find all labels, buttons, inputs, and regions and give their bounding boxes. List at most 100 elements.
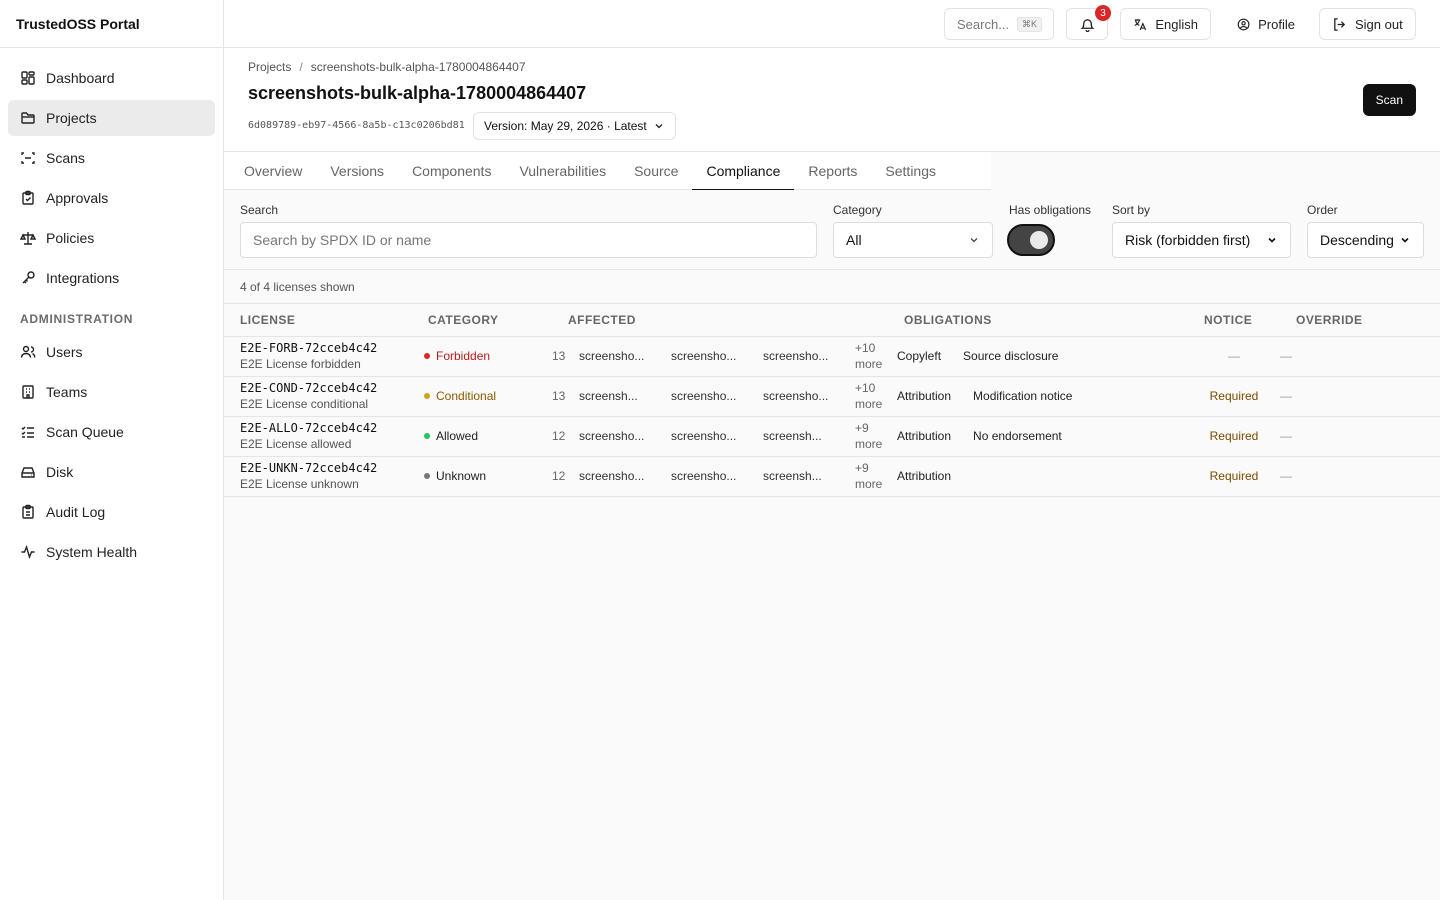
- sort-by-select[interactable]: Risk (forbidden first): [1112, 222, 1291, 258]
- tab-compliance[interactable]: Compliance: [692, 152, 795, 191]
- affected-component-link[interactable]: screensh...: [763, 429, 855, 443]
- affected-component-link[interactable]: screensh...: [579, 389, 671, 403]
- column-affected[interactable]: AFFECTED: [552, 304, 888, 337]
- admin-heading: ADMINISTRATION: [20, 312, 134, 326]
- search-shortcut: ⌘K: [1017, 16, 1043, 32]
- affected-more-link[interactable]: +9 more: [855, 460, 882, 492]
- language-button[interactable]: English: [1120, 8, 1211, 40]
- sign-out-button[interactable]: Sign out: [1319, 8, 1416, 40]
- obligations-list: Attribution Modification notice: [888, 389, 1188, 403]
- clipboard-check-icon: [22, 190, 34, 205]
- category-label: Conditional: [436, 389, 497, 403]
- table-row[interactable]: E2E-COND-72cceb4c42 E2E License conditio…: [224, 376, 1440, 417]
- affected-more-link[interactable]: +10 more: [855, 380, 882, 412]
- obligation-item: No endorsement: [973, 429, 1062, 443]
- affected-component-link[interactable]: screensho...: [579, 349, 671, 363]
- affected-component-link[interactable]: screensho...: [671, 389, 763, 403]
- affected-more-link[interactable]: +9 more: [855, 420, 882, 452]
- chevron-down-icon: [1268, 237, 1276, 243]
- override-value[interactable]: —: [1280, 469, 1440, 483]
- license-id[interactable]: E2E-FORB-72cceb4c42: [224, 341, 412, 355]
- sidebar-item-projects[interactable]: Projects: [8, 100, 215, 136]
- license-id[interactable]: E2E-COND-72cceb4c42: [224, 381, 412, 395]
- column-override[interactable]: OVERRIDE: [1280, 304, 1440, 337]
- tab-source[interactable]: Source: [620, 152, 692, 190]
- sidebar-item-disk[interactable]: Disk: [8, 454, 215, 490]
- tab-components[interactable]: Components: [398, 152, 505, 190]
- affected-component-link[interactable]: screensho...: [579, 469, 671, 483]
- table-header-row: LICENSE CATEGORY AFFECTED OBLIGATIONS NO…: [224, 304, 1440, 337]
- sidebar-item-scan-queue[interactable]: Scan Queue: [8, 414, 215, 450]
- affected-component-link[interactable]: screensho...: [671, 429, 763, 443]
- building-icon: [22, 385, 34, 399]
- notice-status: —: [1228, 349, 1240, 363]
- profile-label: Profile: [1258, 16, 1295, 32]
- column-license[interactable]: LICENSE: [224, 304, 412, 337]
- affected-count: 12: [552, 429, 566, 443]
- sidebar-item-teams[interactable]: Teams: [8, 374, 215, 410]
- tab-settings[interactable]: Settings: [871, 152, 950, 190]
- license-name: E2E License forbidden: [240, 357, 361, 371]
- table-row[interactable]: E2E-ALLO-72cceb4c42 E2E License allowed …: [224, 416, 1440, 457]
- table-row[interactable]: E2E-UNKN-72cceb4c42 E2E License unknown …: [224, 456, 1440, 497]
- sidebar-item-system-health[interactable]: System Health: [8, 534, 215, 570]
- order-label: Order: [1307, 203, 1338, 217]
- category-label: Forbidden: [436, 349, 491, 363]
- override-value[interactable]: —: [1280, 429, 1440, 443]
- column-notice[interactable]: NOTICE: [1188, 304, 1280, 337]
- affected-component-link[interactable]: screensho...: [579, 429, 671, 443]
- clipboard-list-icon: [22, 504, 34, 519]
- affected-component-link[interactable]: screensho...: [671, 469, 763, 483]
- order-select[interactable]: Descending: [1307, 222, 1424, 258]
- tab-vulnerabilities[interactable]: Vulnerabilities: [505, 152, 620, 190]
- sidebar-item-label: Integrations: [46, 270, 120, 286]
- sidebar-item-audit-log[interactable]: Audit Log: [8, 494, 215, 530]
- sidebar-item-scans[interactable]: Scans: [8, 140, 215, 176]
- tab-versions[interactable]: Versions: [316, 152, 398, 190]
- license-search-input[interactable]: Search by SPDX ID or name: [240, 222, 817, 258]
- override-value[interactable]: —: [1280, 389, 1440, 403]
- dashboard-icon: [21, 71, 35, 85]
- project-uuid: 6d089789-eb97-4566-8a5b-c13c0206bd81: [248, 120, 465, 131]
- sidebar-item-integrations[interactable]: Integrations: [8, 260, 215, 296]
- license-id[interactable]: E2E-UNKN-72cceb4c42: [224, 461, 412, 475]
- key-icon: [22, 271, 35, 284]
- sidebar-item-approvals[interactable]: Approvals: [8, 180, 215, 216]
- affected-component-link[interactable]: screensh...: [763, 469, 855, 483]
- global-search-button[interactable]: Search... ⌘K: [944, 8, 1054, 40]
- sidebar-item-policies[interactable]: Policies: [8, 220, 215, 256]
- tab-overview[interactable]: Overview: [230, 152, 316, 190]
- sidebar-item-users[interactable]: Users: [8, 334, 215, 370]
- affected-component-link[interactable]: screensho...: [763, 349, 855, 363]
- column-category[interactable]: CATEGORY: [412, 304, 552, 337]
- obligation-item: Modification notice: [973, 389, 1073, 403]
- affected-component-link[interactable]: screensho...: [671, 349, 763, 363]
- more-count: +9: [855, 461, 869, 475]
- license-id[interactable]: E2E-ALLO-72cceb4c42: [224, 421, 412, 435]
- sidebar-nav: Dashboard Projects Scans Approvals Polic…: [0, 48, 223, 570]
- affected-count: 13: [552, 349, 566, 363]
- sidebar-item-label: Disk: [46, 464, 74, 480]
- profile-button[interactable]: Profile: [1224, 8, 1308, 40]
- column-obligations[interactable]: OBLIGATIONS: [888, 304, 1188, 337]
- override-value[interactable]: —: [1280, 349, 1440, 363]
- version-selector[interactable]: Version: May 29, 2026 · Latest: [473, 112, 676, 140]
- sidebar-item-label: Projects: [46, 110, 97, 126]
- scan-button[interactable]: Scan: [1362, 84, 1416, 116]
- tab-reports[interactable]: Reports: [794, 152, 871, 190]
- chevron-down-icon: [1401, 237, 1409, 243]
- sidebar-item-label: Policies: [46, 230, 95, 246]
- sidebar-item-dashboard[interactable]: Dashboard: [8, 60, 215, 96]
- has-obligations-toggle[interactable]: [1007, 224, 1055, 256]
- category-select[interactable]: All: [833, 222, 993, 258]
- affected-component-link[interactable]: screensho...: [763, 389, 855, 403]
- obligation-item: Source disclosure: [963, 349, 1059, 363]
- filter-bar: Search Search by SPDX ID or name Categor…: [224, 190, 1440, 270]
- chevron-down-icon: [655, 124, 663, 129]
- category-dot: [424, 353, 430, 359]
- table-row[interactable]: E2E-FORB-72cceb4c42 E2E License forbidde…: [224, 336, 1440, 377]
- breadcrumb-separator: /: [299, 60, 303, 74]
- breadcrumb-projects[interactable]: Projects: [248, 60, 291, 74]
- affected-more-link[interactable]: +10 more: [855, 340, 882, 372]
- notifications-button[interactable]: 3: [1066, 5, 1111, 40]
